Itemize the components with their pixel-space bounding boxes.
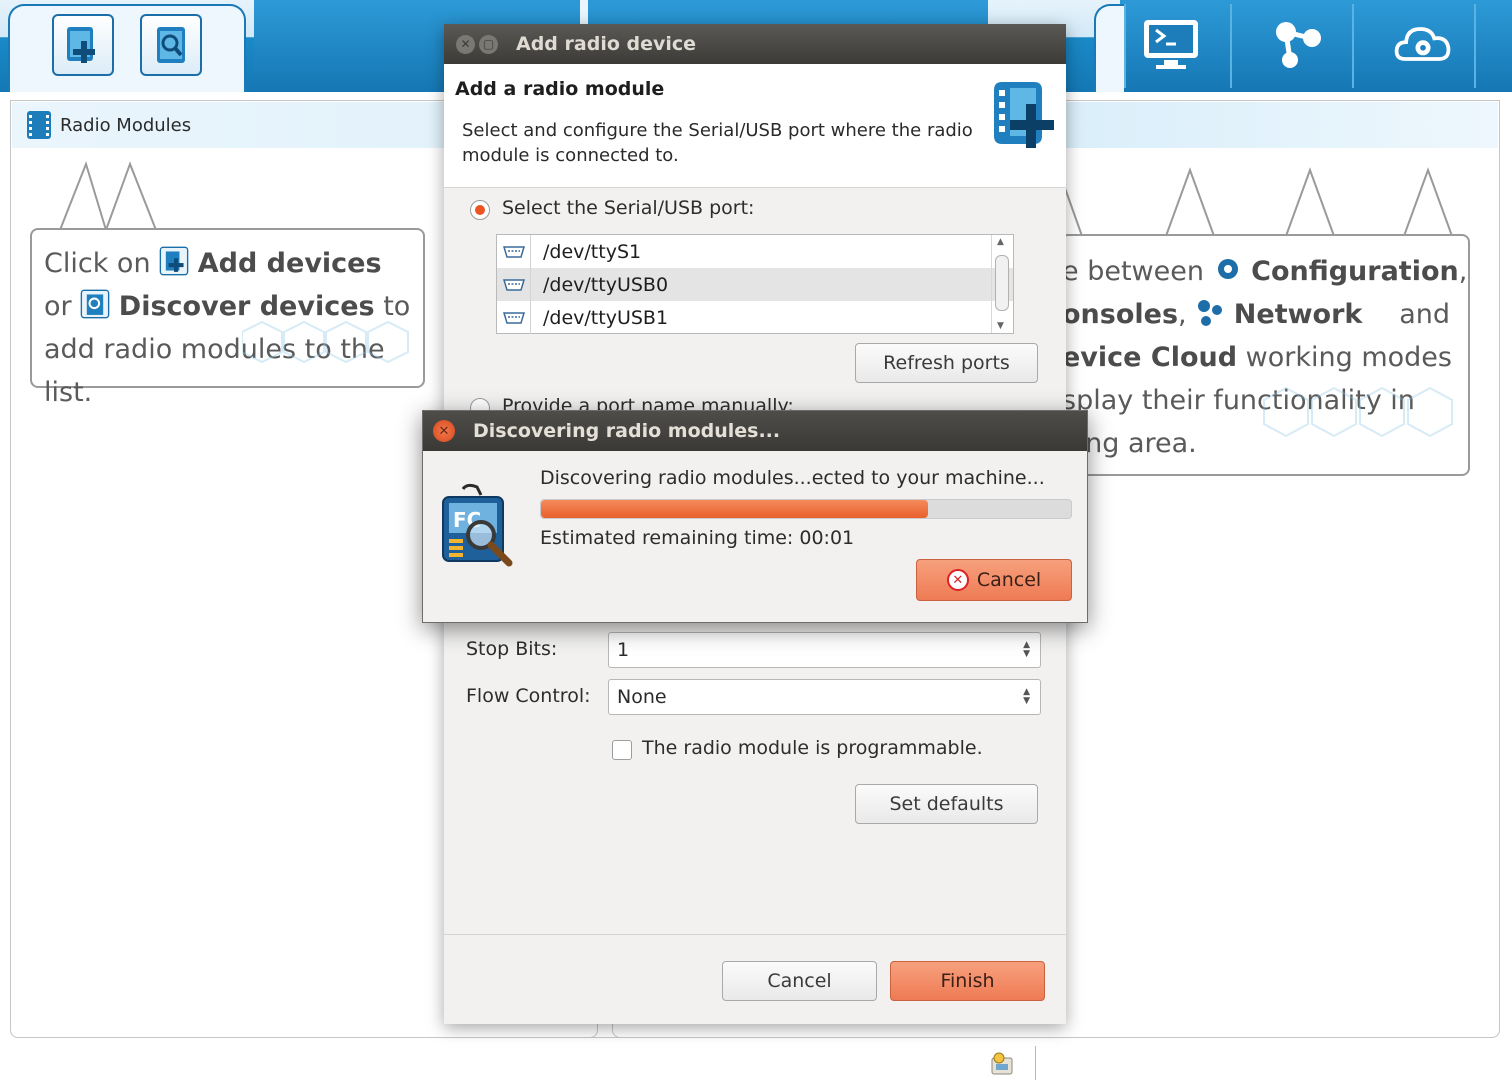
- port-name: /dev/ttyS1: [543, 240, 642, 263]
- serial-port-icon: [497, 301, 531, 334]
- dialog-title: Discovering radio modules...: [473, 420, 781, 442]
- callout-text: or: [44, 291, 81, 322]
- discover-message: Discovering radio modules...ected to you…: [540, 467, 1045, 489]
- callout-keyword: evice Cloud: [1062, 342, 1238, 373]
- close-icon[interactable]: ✕: [456, 34, 475, 54]
- stop-bits-select[interactable]: 1 ▲ ▼: [608, 632, 1041, 668]
- discovering-dialog: ✕ Discovering radio modules... FC Discov…: [422, 410, 1088, 623]
- progress-fill: [541, 500, 928, 518]
- maximize-icon[interactable]: ▢: [479, 34, 498, 54]
- refresh-ports-button[interactable]: Refresh ports: [855, 343, 1038, 383]
- add-device-icon: [994, 82, 1054, 148]
- console-icon: [1144, 20, 1198, 69]
- callout-keyword: Add devices: [197, 248, 382, 279]
- callout-keyword: onsoles: [1062, 299, 1179, 330]
- port-list[interactable]: /dev/ttyS1 /dev/ttyUSB0 /dev/ttyUSB1 ▲ ▼: [496, 234, 1014, 334]
- port-list-scrollbar[interactable]: ▲ ▼: [991, 235, 1011, 333]
- port-item[interactable]: /dev/ttyS1: [497, 235, 1013, 268]
- status-icon[interactable]: [988, 1050, 1016, 1076]
- cancel-circle-icon: ✕: [946, 569, 969, 591]
- toolbar-separator: [1474, 4, 1476, 88]
- network-mode-button[interactable]: [1266, 16, 1328, 72]
- toolbar-separator: [1352, 4, 1354, 88]
- discover-progress-bar: [540, 499, 1072, 519]
- discover-device-icon: FC: [442, 483, 513, 567]
- scroll-up-icon[interactable]: ▲: [997, 237, 1004, 247]
- discover-device-icon: [80, 289, 110, 319]
- radio-modules-title: Radio Modules: [60, 114, 192, 136]
- callout-text: working modes: [1237, 342, 1452, 373]
- dialog-title: Add radio device: [516, 33, 697, 55]
- programmable-label: The radio module is programmable.: [642, 737, 983, 759]
- flow-control-label: Flow Control:: [466, 685, 591, 707]
- callout-keyword: Network: [1233, 299, 1363, 330]
- port-item-selected[interactable]: /dev/ttyUSB0: [497, 268, 1013, 301]
- cancel-button[interactable]: Cancel: [722, 961, 877, 1001]
- dialog-titlebar: ✕ ▢ Add radio device: [444, 24, 1066, 64]
- dialog-description: Select and configure the Serial/USB port…: [462, 120, 973, 166]
- serial-port-icon: [497, 268, 531, 301]
- cloud-mode-button[interactable]: [1392, 16, 1454, 72]
- device-actions-panel: [8, 4, 246, 92]
- port-name: /dev/ttyUSB1: [543, 306, 669, 329]
- network-icon: [1198, 300, 1223, 326]
- callout-text: and: [1399, 299, 1450, 330]
- discover-cancel-label: Cancel: [976, 569, 1042, 591]
- toolbar-separator: [1230, 4, 1232, 88]
- callout-pointer: [1060, 167, 1453, 237]
- dialog-titlebar: ✕ Discovering radio modules...: [423, 411, 1087, 451]
- callout-text: ,: [1178, 299, 1196, 330]
- callout-text: ,: [1458, 256, 1468, 287]
- close-icon[interactable]: ✕: [433, 420, 455, 442]
- dialog-separator: [444, 934, 1066, 935]
- callout-keyword: Configuration: [1251, 256, 1459, 287]
- gear-icon: [1217, 259, 1238, 279]
- spin-arrows-icon: ▲ ▼: [1023, 687, 1030, 706]
- scrollbar-thumb[interactable]: [995, 255, 1009, 311]
- finish-button[interactable]: Finish: [890, 961, 1045, 1001]
- dialog-heading: Add a radio module: [455, 78, 665, 100]
- status-separator: [1035, 1046, 1036, 1080]
- stop-bits-label: Stop Bits:: [466, 638, 558, 660]
- toolbar-separator: [1124, 4, 1126, 88]
- discover-devices-button[interactable]: [140, 14, 202, 76]
- flow-control-select[interactable]: None ▲ ▼: [608, 679, 1041, 715]
- select-port-radio[interactable]: [470, 200, 490, 220]
- hex-pattern: [242, 320, 409, 364]
- scroll-down-icon[interactable]: ▼: [997, 321, 1004, 331]
- mode-panel-edge: [1094, 4, 1124, 92]
- select-port-label: Select the Serial/USB port:: [502, 197, 755, 219]
- callout-keyword: Discover devices: [118, 291, 375, 322]
- spin-arrows-icon: ▲ ▼: [1023, 640, 1030, 659]
- port-name: /dev/ttyUSB0: [543, 273, 669, 296]
- right-callout: e between Configuration, onsoles, Networ…: [1060, 234, 1470, 476]
- port-item[interactable]: /dev/ttyUSB1: [497, 301, 1013, 334]
- hex-pattern: [1263, 386, 1453, 438]
- radio-module-icon: [27, 111, 51, 139]
- add-device-icon: [159, 246, 189, 276]
- add-device-icon: [67, 27, 95, 63]
- programmable-checkbox[interactable]: [612, 740, 632, 760]
- dialog-header: Add a radio module Select and configure …: [444, 64, 1066, 188]
- add-devices-button[interactable]: [52, 14, 114, 76]
- discover-device-icon: [157, 27, 185, 63]
- consoles-mode-button[interactable]: [1140, 16, 1202, 72]
- network-icon: [1276, 22, 1321, 68]
- discover-cancel-button[interactable]: ✕ Cancel: [916, 559, 1072, 601]
- estimated-time: Estimated remaining time: 00:01: [540, 527, 855, 549]
- cloud-gear-icon: [1394, 27, 1451, 61]
- callout-text: Click on: [44, 248, 160, 279]
- flow-control-value: None: [617, 686, 667, 708]
- set-defaults-button[interactable]: Set defaults: [855, 784, 1038, 824]
- stop-bits-value: 1: [617, 639, 630, 661]
- serial-port-icon: [497, 235, 531, 268]
- callout-text: e between: [1062, 256, 1213, 287]
- callout-pointer: [59, 160, 157, 232]
- left-callout: Click on Add devices or Discover devices…: [30, 228, 425, 408]
